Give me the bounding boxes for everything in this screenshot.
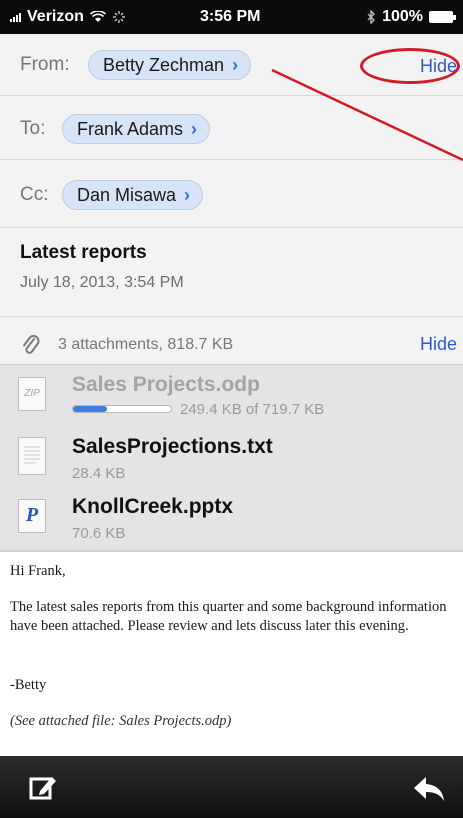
paperclip-icon (23, 335, 40, 354)
attachment-list: ZIP Sales Projects.odp 249.4 KB of 719.7… (0, 364, 463, 552)
compose-icon[interactable] (28, 773, 58, 803)
hide-details-button[interactable]: Hide (420, 56, 457, 77)
reply-icon[interactable] (412, 775, 446, 803)
body-signature: -Betty (10, 677, 47, 693)
hide-attachments-button[interactable]: Hide (420, 334, 457, 355)
carrier-label: Verizon (27, 8, 84, 25)
body-greeting: Hi Frank, (10, 563, 66, 579)
signal-icon (10, 12, 21, 22)
attachment-name: SalesProjections.txt (72, 435, 273, 458)
attachment-name: Sales Projects.odp (72, 373, 260, 396)
chevron-right-icon: › (232, 54, 239, 75)
attachment-item[interactable]: P KnollCreek.pptx 70.6 KB (0, 489, 463, 551)
chevron-right-icon: › (191, 118, 198, 139)
cc-label: Cc: (20, 184, 49, 205)
to-label: To: (20, 118, 46, 139)
attachment-size: 249.4 KB of 719.7 KB (180, 401, 325, 418)
activity-icon (112, 11, 125, 23)
status-bar-left: Verizon (10, 8, 126, 26)
to-recipient-name: Frank Adams (77, 118, 184, 139)
status-bar: Verizon 3:56 PM 100% (0, 0, 463, 34)
from-row: From: Betty Zechman › Hide (0, 34, 463, 96)
txt-file-icon (18, 437, 46, 475)
status-bar-right: 100% (367, 8, 456, 26)
wifi-icon (89, 11, 106, 22)
message-date: July 18, 2013, 3:54 PM (20, 274, 184, 291)
from-label: From: (20, 54, 70, 75)
divider (0, 316, 463, 317)
body-attachment-note: (See attached file: Sales Projects.odp) (10, 713, 232, 729)
from-sender-button[interactable]: Betty Zechman › (88, 50, 252, 80)
from-sender-name: Betty Zechman (103, 54, 225, 75)
download-progress-bar (72, 405, 172, 413)
attachment-size: 70.6 KB (72, 525, 126, 542)
attachments-summary-row: 3 attachments, 818.7 KB Hide (0, 324, 463, 366)
cc-recipient-name: Dan Misawa (77, 184, 177, 205)
body-paragraph: The latest sales reports from this quart… (10, 599, 447, 634)
clock: 3:56 PM (200, 8, 261, 25)
bluetooth-icon (367, 10, 376, 24)
cc-recipient-button[interactable]: Dan Misawa › (62, 180, 204, 210)
attachments-summary: 3 attachments, 818.7 KB (58, 336, 234, 353)
subject-title: Latest reports (20, 242, 147, 263)
chevron-right-icon: › (184, 184, 191, 205)
attachment-item[interactable]: SalesProjections.txt 28.4 KB (0, 427, 463, 489)
attachment-size: 28.4 KB (72, 465, 126, 482)
to-row: To: Frank Adams › (0, 96, 463, 160)
battery-percent: 100% (382, 8, 423, 25)
download-progress-fill (73, 406, 108, 412)
attachment-name: KnollCreek.pptx (72, 495, 234, 518)
bottom-toolbar (0, 756, 463, 818)
attachment-item[interactable]: ZIP Sales Projects.odp 249.4 KB of 719.7… (0, 365, 463, 427)
odp-file-icon: ZIP (18, 377, 46, 411)
cc-row: Cc: Dan Misawa › (0, 160, 463, 228)
to-recipient-button[interactable]: Frank Adams › (62, 114, 211, 144)
battery-icon (429, 11, 456, 23)
pptx-file-icon: P (18, 499, 46, 533)
message-header: From: Betty Zechman › Hide To: Frank Ada… (0, 34, 463, 364)
